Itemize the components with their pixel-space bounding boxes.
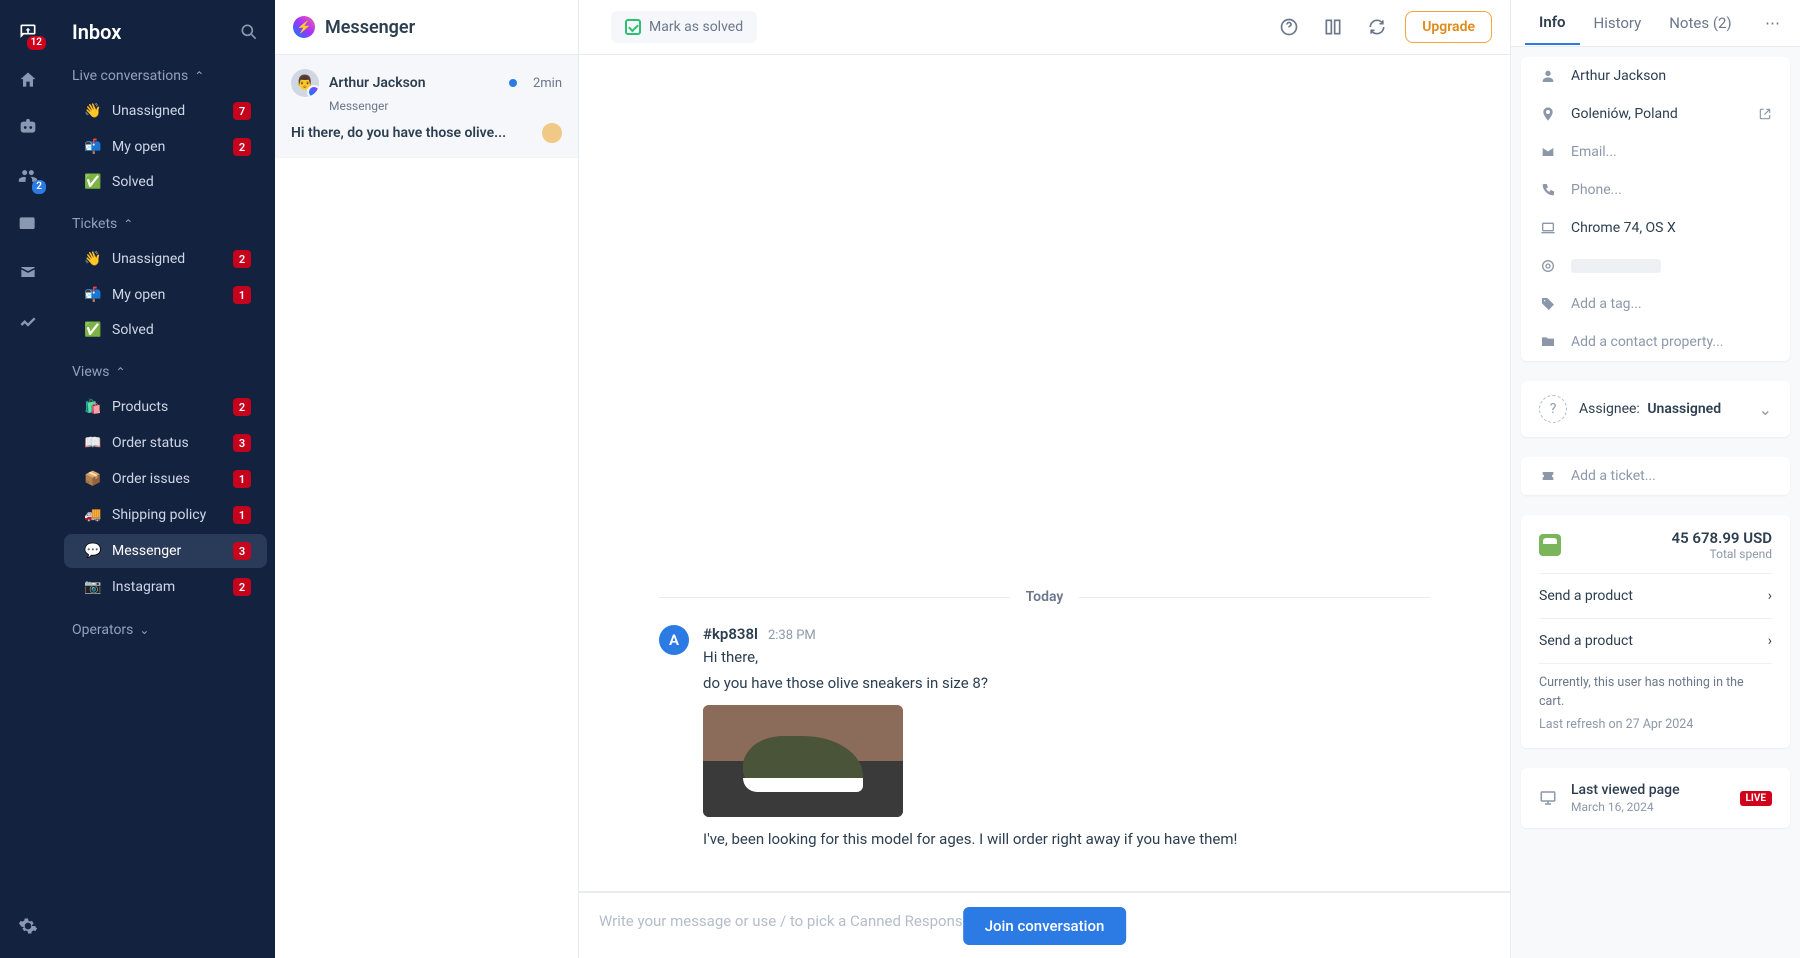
contacts-badge: 2 bbox=[32, 180, 46, 194]
avatar: 👨 bbox=[291, 69, 319, 97]
nav-ticket-solved[interactable]: ✅ Solved bbox=[64, 314, 267, 346]
tab-history[interactable]: History bbox=[1580, 2, 1656, 44]
chevron-down-icon: ⌄ bbox=[1759, 400, 1772, 419]
contact-card: Arthur Jackson Goleniów, Poland Email...… bbox=[1521, 57, 1790, 361]
chevron-up-icon: ⌃ bbox=[123, 217, 133, 231]
info-panel: Info History Notes (2) ⋯ Arthur Jackson … bbox=[1510, 0, 1800, 958]
conversation-item[interactable]: 👨 Arthur Jackson 2min Messenger Hi there… bbox=[275, 55, 578, 158]
icon-rail: 12 2 bbox=[0, 0, 56, 958]
sidebar-title: Inbox bbox=[72, 20, 239, 44]
sidebar: Inbox Live conversations⌃ 👋 Unassigned 7… bbox=[56, 0, 275, 958]
help-icon[interactable] bbox=[1273, 11, 1305, 43]
email-icon bbox=[1539, 144, 1557, 160]
last-viewed-card[interactable]: Last viewed page March 16, 2024 LIVE bbox=[1521, 768, 1790, 828]
message-time: 2:38 PM bbox=[768, 628, 816, 643]
chevron-up-icon: ⌃ bbox=[194, 69, 204, 83]
total-spend: 45 678.99 USD bbox=[1672, 529, 1772, 547]
section-operators[interactable]: Operators⌄ bbox=[56, 614, 275, 646]
rail-home[interactable] bbox=[8, 60, 48, 100]
rail-bot[interactable] bbox=[8, 108, 48, 148]
chat-pane: Mark as solved Upgrade Today A #kp838l 2… bbox=[579, 0, 1510, 958]
message: A #kp838l 2:38 PM Hi there, do you have … bbox=[659, 625, 1430, 851]
contact-name-row[interactable]: Arthur Jackson bbox=[1521, 57, 1790, 95]
composer-placeholder: Write your message or use / to pick a Ca… bbox=[599, 912, 971, 930]
section-live[interactable]: Live conversations⌃ bbox=[56, 60, 275, 92]
nav-view-shipping[interactable]: 🚚 Shipping policy 1 bbox=[64, 498, 267, 532]
tab-info[interactable]: Info bbox=[1525, 1, 1580, 45]
location-icon bbox=[1539, 106, 1557, 122]
message-image[interactable] bbox=[703, 705, 903, 817]
monitor-icon bbox=[1539, 789, 1557, 807]
contact-tag-row[interactable]: Add a tag... bbox=[1521, 285, 1790, 323]
ticket-icon bbox=[1539, 468, 1557, 484]
mark-solved-button[interactable]: Mark as solved bbox=[611, 11, 757, 43]
nav-view-products[interactable]: 🛍️ Products 2 bbox=[64, 390, 267, 424]
message-avatar: A bbox=[659, 625, 689, 655]
assignee-avatar bbox=[542, 123, 562, 143]
rail-settings[interactable] bbox=[8, 906, 48, 946]
nav-view-orderstatus[interactable]: 📖 Order status 3 bbox=[64, 426, 267, 460]
refresh-icon[interactable] bbox=[1361, 11, 1393, 43]
chevron-right-icon: › bbox=[1768, 633, 1772, 649]
nav-live-unassigned[interactable]: 👋 Unassigned 7 bbox=[64, 94, 267, 128]
contact-phone-row[interactable]: Phone... bbox=[1521, 171, 1790, 209]
info-tabs: Info History Notes (2) ⋯ bbox=[1511, 0, 1800, 47]
message-author: #kp838l bbox=[703, 625, 758, 643]
cart-note: Currently, this user has nothing in the … bbox=[1539, 663, 1772, 734]
nav-live-solved[interactable]: ✅ Solved bbox=[64, 166, 267, 198]
nav-ticket-unassigned[interactable]: 👋 Unassigned 2 bbox=[64, 242, 267, 276]
conversations-title: Messenger bbox=[325, 17, 415, 38]
tab-notes[interactable]: Notes (2) bbox=[1655, 2, 1745, 44]
nav-ticket-myopen[interactable]: 📬 My open 1 bbox=[64, 278, 267, 312]
unread-dot-icon bbox=[509, 79, 517, 87]
nav-view-instagram[interactable]: 📷 Instagram 2 bbox=[64, 570, 267, 604]
external-link-icon[interactable] bbox=[1758, 107, 1772, 121]
inbox-badge: 12 bbox=[27, 36, 46, 50]
assignee-placeholder-icon: ? bbox=[1539, 395, 1567, 423]
live-badge: LIVE bbox=[1740, 791, 1773, 806]
rail-analytics[interactable] bbox=[8, 300, 48, 340]
rail-cards[interactable] bbox=[8, 204, 48, 244]
chevron-up-icon: ⌃ bbox=[116, 365, 126, 379]
search-icon[interactable] bbox=[239, 22, 259, 42]
shopify-icon bbox=[1539, 534, 1561, 556]
nav-view-messenger[interactable]: 💬 Messenger 3 bbox=[64, 534, 267, 568]
conversation-list: ⚡ Messenger 👨 Arthur Jackson 2min Messen… bbox=[275, 0, 579, 958]
check-icon bbox=[625, 19, 641, 35]
section-tickets[interactable]: Tickets⌃ bbox=[56, 208, 275, 240]
contact-property-row[interactable]: Add a contact property... bbox=[1521, 323, 1790, 361]
nav-view-orderissues[interactable]: 📦 Order issues 1 bbox=[64, 462, 267, 496]
phone-icon bbox=[1539, 182, 1557, 198]
assignee-card[interactable]: ? Assignee: Unassigned ⌄ bbox=[1521, 381, 1790, 437]
chat-messages[interactable]: Today A #kp838l 2:38 PM Hi there, do you… bbox=[579, 55, 1510, 891]
send-product-2[interactable]: Send a product › bbox=[1539, 618, 1772, 663]
folder-icon bbox=[1539, 334, 1557, 350]
add-ticket-card[interactable]: Add a ticket... bbox=[1521, 457, 1790, 495]
upgrade-button[interactable]: Upgrade bbox=[1405, 11, 1492, 43]
contact-device-row: Chrome 74, OS X bbox=[1521, 209, 1790, 247]
section-views[interactable]: Views⌃ bbox=[56, 356, 275, 388]
nav-live-myopen[interactable]: 📬 My open 2 bbox=[64, 130, 267, 164]
shopify-card: 45 678.99 USD Total spend Send a product… bbox=[1521, 515, 1790, 748]
target-icon bbox=[1539, 258, 1557, 274]
rail-contacts[interactable]: 2 bbox=[8, 156, 48, 196]
contact-visit-row bbox=[1521, 247, 1790, 285]
chat-header: Mark as solved Upgrade bbox=[579, 0, 1510, 55]
laptop-icon bbox=[1539, 220, 1557, 236]
join-conversation-button[interactable]: Join conversation bbox=[963, 907, 1127, 945]
messenger-icon: ⚡ bbox=[293, 16, 315, 38]
person-icon bbox=[1539, 68, 1557, 84]
chevron-right-icon: › bbox=[1768, 588, 1772, 604]
library-icon[interactable] bbox=[1317, 11, 1349, 43]
rail-inbox[interactable]: 12 bbox=[8, 12, 48, 52]
chevron-down-icon: ⌄ bbox=[139, 623, 149, 637]
rail-mail[interactable] bbox=[8, 252, 48, 292]
tag-icon bbox=[1539, 296, 1557, 312]
contact-location-row[interactable]: Goleniów, Poland bbox=[1521, 95, 1790, 133]
contact-email-row[interactable]: Email... bbox=[1521, 133, 1790, 171]
send-product-1[interactable]: Send a product › bbox=[1539, 573, 1772, 618]
date-separator: Today bbox=[659, 589, 1430, 605]
more-icon[interactable]: ⋯ bbox=[1759, 8, 1786, 38]
message-composer: Write your message or use / to pick a Ca… bbox=[579, 891, 1510, 958]
